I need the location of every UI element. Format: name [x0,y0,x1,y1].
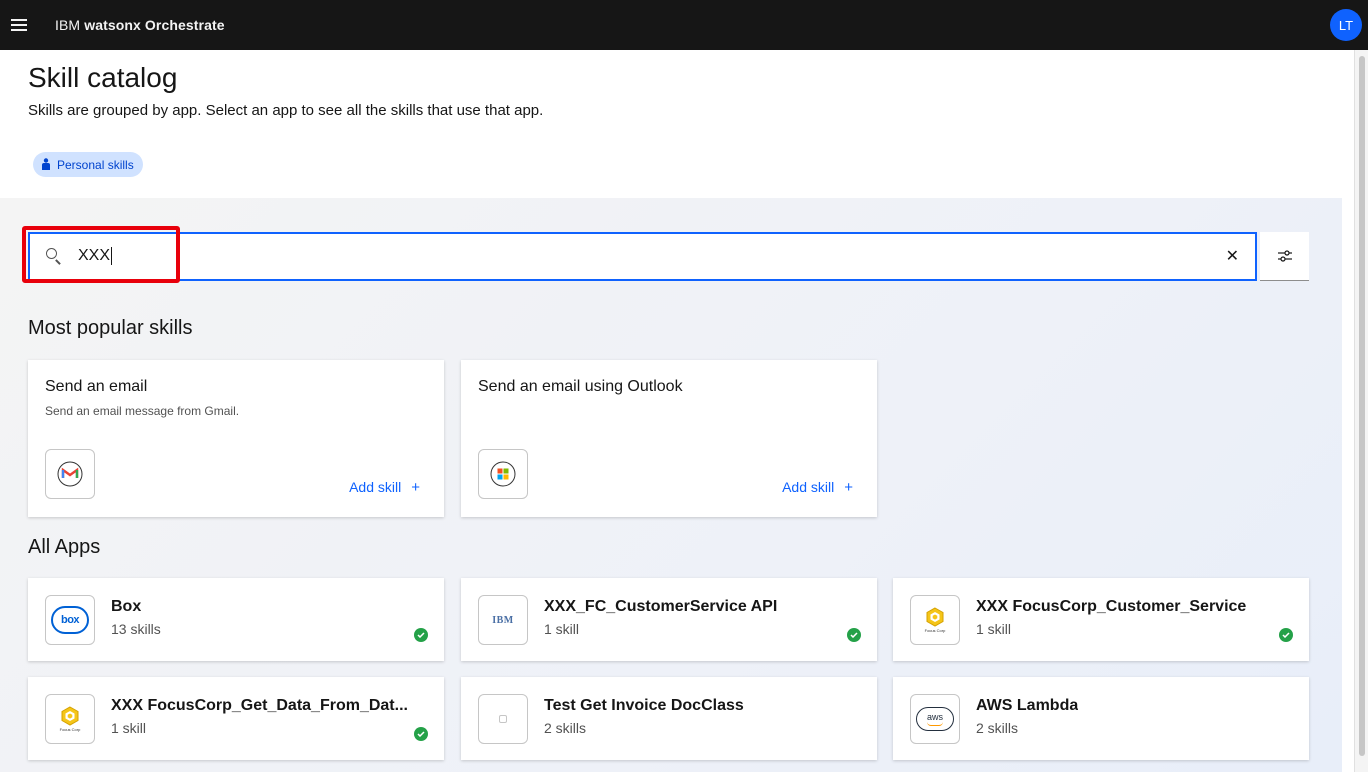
checkmark-icon [1279,628,1293,642]
add-icon: + [844,479,853,496]
add-skill-button[interactable]: Add skill + [349,479,420,496]
focuscorp-logo: Focus Corp [910,595,960,645]
app-card-box[interactable]: box Box 13 skills [28,578,444,661]
add-icon: + [411,479,420,496]
settings-adjust-icon [1277,250,1292,262]
popular-skill-card[interactable]: Send an email using Outlook Add skill + [461,360,877,517]
microsoft-icon [490,461,516,487]
checkmark-icon [414,727,428,741]
page-header: Skill catalog Skills are grouped by app.… [0,50,1356,198]
most-popular-heading: Most popular skills [28,317,193,339]
page-subtitle: Skills are grouped by app. Select an app… [28,102,544,119]
gmail-icon [57,461,83,487]
text-cursor [111,247,113,265]
app-name: AWS Lambda [976,697,1079,714]
app-name: XXX FocusCorp_Get_Data_From_Dat... [111,697,408,714]
tag-label: Personal skills [57,157,134,172]
add-skill-label: Add skill [349,479,402,495]
aws-logo: aws [910,694,960,744]
user-avatar[interactable]: LT [1330,9,1362,41]
menu-icon[interactable] [0,0,38,50]
skill-title: Send an email using Outlook [478,378,683,395]
brand-name: watsonx Orchestrate [84,17,225,33]
skill-count: 1 skill [111,720,147,736]
add-skill-label: Add skill [782,479,835,495]
app-card-customer-service-api[interactable]: IBM XXX_FC_CustomerService API 1 skill [461,578,877,661]
checkmark-icon [847,628,861,642]
scrollbar-thumb[interactable] [1359,56,1365,756]
search-icon [46,248,64,266]
skill-count: 1 skill [544,621,580,637]
aws-logo-mark: aws [916,707,954,731]
app-card-aws-lambda[interactable]: aws AWS Lambda 2 skills [893,677,1309,760]
ibm-logo-mark: IBM [492,614,514,626]
person-icon [42,158,50,170]
search-value: XXX [78,247,111,265]
microsoft-logo [478,449,528,499]
search-input[interactable]: XXX ✕ [28,232,1257,281]
app-card-test-get-invoice[interactable]: Test Get Invoice DocClass 2 skills [461,677,877,760]
ibm-logo: IBM [478,595,528,645]
box-logo-mark: box [51,606,89,634]
checkmark-icon [414,628,428,642]
personal-skills-tag[interactable]: Personal skills [33,152,143,177]
app-card-focuscorp-customer-service[interactable]: Focus Corp XXX FocusCorp_Customer_Servic… [893,578,1309,661]
popular-skill-card[interactable]: Send an email Send an email message from… [28,360,444,517]
skill-count: 2 skills [544,720,587,736]
app-card-focuscorp-get-data[interactable]: Focus Corp XXX FocusCorp_Get_Data_From_D… [28,677,444,760]
app-brand[interactable]: IBM watsonx Orchestrate [55,17,225,33]
skill-count: 2 skills [976,720,1019,736]
filter-button[interactable] [1260,232,1309,281]
focuscorp-icon [926,607,944,627]
add-skill-button[interactable]: Add skill + [782,479,853,496]
page-scrollbar[interactable] [1354,50,1368,772]
skill-description: Send an email message from Gmail. [45,404,240,418]
brand-prefix: IBM [55,17,81,33]
app-name: Test Get Invoice DocClass [544,697,744,714]
focuscorp-logo: Focus Corp [45,694,95,744]
app-name: Box [111,598,142,615]
page-title: Skill catalog [28,62,178,93]
close-icon[interactable]: ✕ [1226,246,1239,266]
app-name: XXX_FC_CustomerService API [544,598,778,615]
skill-count: 1 skill [976,621,1012,637]
aws-logo-text: aws [926,711,943,722]
skill-count: 13 skills [111,621,161,637]
skill-title: Send an email [45,378,148,395]
placeholder-logo [478,694,528,744]
gmail-logo [45,449,95,499]
focuscorp-icon [61,706,79,726]
generic-app-icon [499,715,507,723]
box-logo: box [45,595,95,645]
top-navigation-bar: IBM watsonx Orchestrate LT [0,0,1368,50]
all-apps-heading: All Apps [28,536,101,558]
app-name: XXX FocusCorp_Customer_Service [976,598,1247,615]
